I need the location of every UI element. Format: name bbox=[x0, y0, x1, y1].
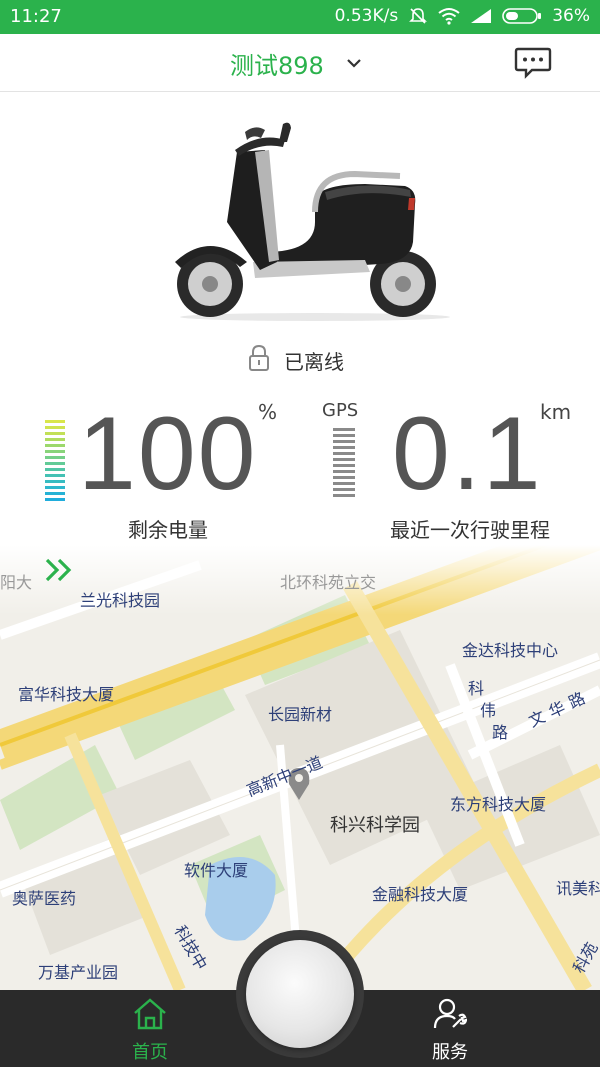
map-label: 金融科技大厦 bbox=[372, 885, 469, 904]
map-label: 讯美科 bbox=[556, 879, 600, 898]
gps-bar-segment bbox=[333, 428, 355, 431]
gps-bar-segment bbox=[333, 446, 355, 449]
battery-bar-segment bbox=[45, 474, 65, 477]
gps-bar-segment bbox=[333, 494, 355, 497]
battery-bar-segment bbox=[45, 450, 65, 453]
chevron-down-icon bbox=[346, 54, 362, 73]
battery-bar-segment bbox=[45, 444, 65, 447]
battery-value: 100 bbox=[78, 396, 258, 512]
gps-bar-segment bbox=[333, 470, 355, 473]
battery-bar-segment bbox=[45, 480, 65, 483]
map-label: 长园新材 bbox=[268, 705, 333, 724]
map-label: 科兴科学园 bbox=[330, 815, 420, 836]
battery-icon bbox=[502, 7, 542, 25]
nav-home[interactable]: 首页 bbox=[90, 990, 210, 1067]
service-icon bbox=[433, 998, 468, 1034]
battery-bar-segment bbox=[45, 426, 65, 429]
vehicle-selector[interactable]: 测试898 bbox=[230, 46, 362, 81]
battery-bar-segment bbox=[45, 432, 65, 435]
nav-service-label: 服务 bbox=[432, 1042, 468, 1063]
map-label: 富华科技大厦 bbox=[18, 685, 115, 704]
center-action-button[interactable] bbox=[246, 940, 354, 1048]
chat-bubble-icon[interactable] bbox=[514, 46, 552, 80]
map-label: 东方科技大厦 bbox=[450, 795, 547, 814]
gps-bar-segment bbox=[333, 458, 355, 461]
battery-label: 剩余电量 bbox=[128, 518, 208, 542]
trip-distance-value: 0.1 bbox=[392, 396, 543, 512]
battery-bar-segment bbox=[45, 486, 65, 489]
map-label: 兰光科技园 bbox=[80, 591, 161, 610]
scooter-image bbox=[165, 112, 460, 327]
gps-bar-segment bbox=[333, 464, 355, 467]
trip-distance-label: 最近一次行驶里程 bbox=[390, 518, 550, 542]
map-label: 金达科技中心 bbox=[462, 641, 559, 660]
map-label: 阳大 bbox=[0, 573, 33, 592]
lock-icon bbox=[248, 344, 270, 377]
battery-bar-segment bbox=[45, 468, 65, 471]
connection-status: 已离线 bbox=[248, 344, 344, 377]
map-label: 科 bbox=[468, 679, 485, 698]
gps-label: GPS bbox=[322, 400, 359, 421]
battery-bar-segment bbox=[45, 456, 65, 459]
battery-percent: 36% bbox=[552, 6, 590, 26]
vehicle-name: 测试898 bbox=[230, 52, 324, 80]
mute-icon bbox=[408, 6, 428, 26]
app-header: 测试898 bbox=[0, 34, 600, 92]
battery-bar-segment bbox=[45, 492, 65, 495]
battery-level-bars bbox=[45, 420, 65, 501]
battery-bar-segment bbox=[45, 438, 65, 441]
battery-bar-segment bbox=[45, 420, 65, 423]
gps-bar-segment bbox=[333, 488, 355, 491]
status-right: 0.53K/s 36% bbox=[335, 6, 590, 26]
map-label: 路 bbox=[492, 723, 509, 742]
map-label: 伟 bbox=[480, 701, 497, 720]
battery-unit: % bbox=[258, 400, 278, 424]
map-view[interactable]: 阳大 兰光科技园 北环科苑立交 金达科技中心 富华科技大厦 长园新材 科 伟 路… bbox=[0, 545, 600, 990]
signal-icon bbox=[470, 8, 492, 24]
gps-bar-segment bbox=[333, 452, 355, 455]
trip-distance-unit: km bbox=[540, 400, 572, 424]
gps-bar-segment bbox=[333, 482, 355, 485]
wifi-icon bbox=[438, 7, 460, 25]
map-label: 万基产业园 bbox=[38, 963, 119, 982]
nav-home-label: 首页 bbox=[132, 1042, 168, 1063]
map-label: 奥萨医药 bbox=[12, 889, 77, 908]
battery-bar-segment bbox=[45, 498, 65, 501]
double-chevron-right-icon[interactable] bbox=[44, 556, 74, 584]
net-speed: 0.53K/s bbox=[334, 6, 399, 26]
gps-signal-bars bbox=[333, 428, 355, 497]
connection-status-text: 已离线 bbox=[284, 350, 344, 374]
gps-bar-segment bbox=[333, 440, 355, 443]
gps-bar-segment bbox=[333, 476, 355, 479]
home-icon bbox=[132, 998, 168, 1034]
map-label: 北环科苑立交 bbox=[280, 573, 377, 592]
map-label: 软件大厦 bbox=[184, 861, 249, 880]
battery-bar-segment bbox=[45, 462, 65, 465]
nav-service[interactable]: 服务 bbox=[390, 990, 510, 1067]
status-bar: 11:27 0.53K/s 36% bbox=[0, 0, 600, 34]
gps-bar-segment bbox=[333, 434, 355, 437]
status-time: 11:27 bbox=[10, 6, 62, 27]
